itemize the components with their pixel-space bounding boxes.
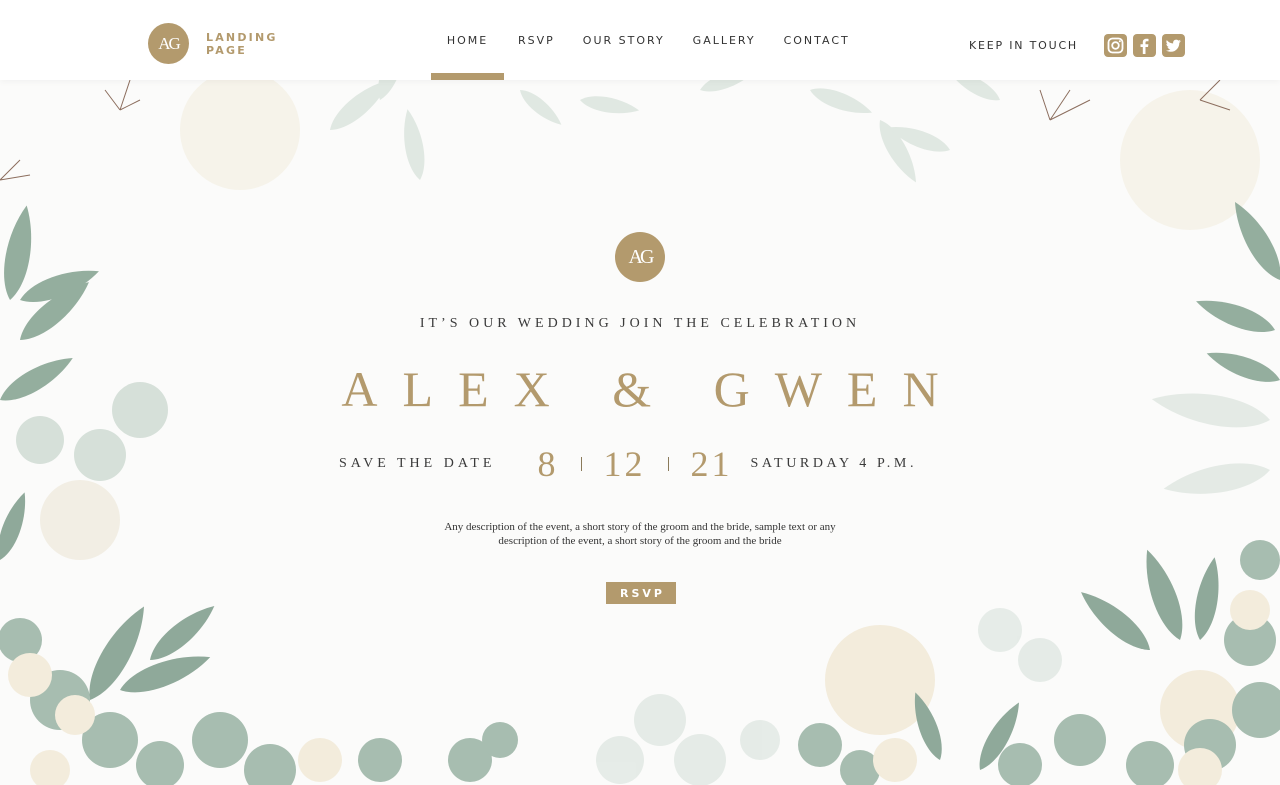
nav-gallery[interactable]: GALLERY (679, 0, 770, 80)
logo-text[interactable]: LANDING PAGE (206, 31, 278, 57)
hero-monogram: AG (615, 232, 665, 282)
social-links (1104, 34, 1185, 57)
date-row: SAVE THE DATE 8 12 21 SATURDAY 4 P.M. (339, 444, 917, 484)
event-time: SATURDAY 4 P.M. (750, 456, 918, 471)
nav-contact-label: CONTACT (783, 33, 850, 47)
date-separator (580, 457, 582, 471)
nav-our-story[interactable]: OUR STORY (569, 0, 679, 80)
instagram-icon[interactable] (1104, 34, 1127, 57)
logo-line-1: LANDING (206, 31, 278, 44)
rsvp-button[interactable]: RSVP (606, 582, 676, 604)
logo-badge[interactable]: AG (148, 23, 189, 64)
hero-tagline: IT’S OUR WEDDING JOIN THE CELEBRATION (419, 316, 861, 331)
date-month: 8 (537, 444, 559, 484)
nav-home-label: HOME (446, 33, 489, 47)
nav-gallery-label: GALLERY (692, 33, 756, 47)
main-nav: HOME RSVP OUR STORY GALLERY CONTACT (431, 0, 864, 80)
twitter-icon[interactable] (1162, 34, 1185, 57)
nav-home[interactable]: HOME (431, 0, 504, 80)
nav-our-story-label: OUR STORY (582, 33, 665, 47)
facebook-icon[interactable] (1133, 34, 1156, 57)
couple-names: ALEX & GWEN (341, 361, 964, 417)
event-description: Any description of the event, a short st… (390, 520, 890, 548)
nav-active-indicator (431, 73, 504, 80)
save-the-date-label: SAVE THE DATE (339, 456, 496, 471)
nav-contact[interactable]: CONTACT (770, 0, 864, 80)
keep-in-touch-label: KEEP IN TOUCH (969, 39, 1078, 52)
nav-rsvp[interactable]: RSVP (504, 0, 569, 80)
site-header: AG LANDING PAGE HOME RSVP OUR STORY GALL… (0, 0, 1280, 80)
logo-line-2: PAGE (206, 44, 247, 57)
date-day: 12 (603, 444, 646, 484)
description-line-2: description of the event, a short story … (498, 535, 782, 547)
description-line-1: Any description of the event, a short st… (444, 521, 836, 533)
date-year: 21 (690, 444, 733, 484)
nav-rsvp-label: RSVP (518, 33, 555, 47)
date-separator (667, 457, 669, 471)
